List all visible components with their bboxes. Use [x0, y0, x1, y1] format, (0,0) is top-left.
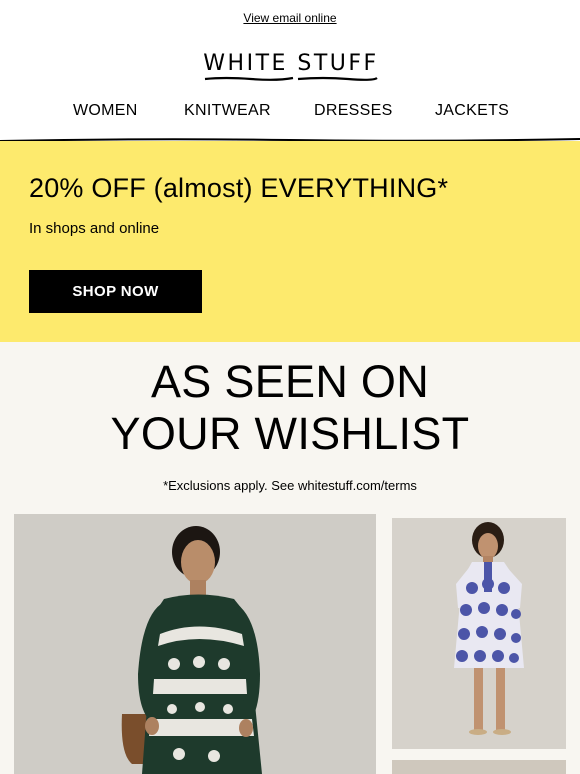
product-image-3[interactable] — [392, 760, 566, 774]
promo-subtitle: In shops and online — [29, 220, 160, 237]
exclusions-note: *Exclusions apply. See whitestuff.com/te… — [163, 478, 417, 493]
logo-text: WHITE STUFF — [203, 51, 378, 76]
product-image-blue-dress[interactable] — [392, 518, 566, 749]
view-email-online-link[interactable]: View email online — [0, 11, 580, 25]
logo-underline-right — [297, 76, 378, 81]
nav-item-dresses[interactable]: DRESSES — [314, 102, 393, 120]
promo-title: 20% OFF (almost) EVERYTHING* — [29, 173, 449, 203]
wishlist-section: AS SEEN ON YOUR WISHLIST *Exclusions app… — [0, 342, 580, 774]
wishlist-title-line1: AS SEEN ON — [150, 356, 430, 407]
nav-item-women[interactable]: WOMEN — [73, 102, 138, 120]
white-stuff-logo[interactable]: WHITE STUFF — [203, 48, 379, 84]
wishlist-title: AS SEEN ON YOUR WISHLIST — [0, 356, 580, 460]
shop-now-button[interactable]: SHOP NOW — [29, 270, 202, 313]
main-nav: WOMEN KNITWEAR DRESSES JACKETS — [0, 102, 580, 124]
product-image-green-dress[interactable] — [14, 514, 376, 774]
nav-item-jackets[interactable]: JACKETS — [435, 102, 509, 120]
nav-item-knitwear[interactable]: KNITWEAR — [184, 102, 271, 120]
wishlist-title-line2: YOUR WISHLIST — [110, 408, 470, 459]
promo-banner: 20% OFF (almost) EVERYTHING* In shops an… — [0, 141, 580, 342]
logo-underline-left — [204, 76, 294, 81]
